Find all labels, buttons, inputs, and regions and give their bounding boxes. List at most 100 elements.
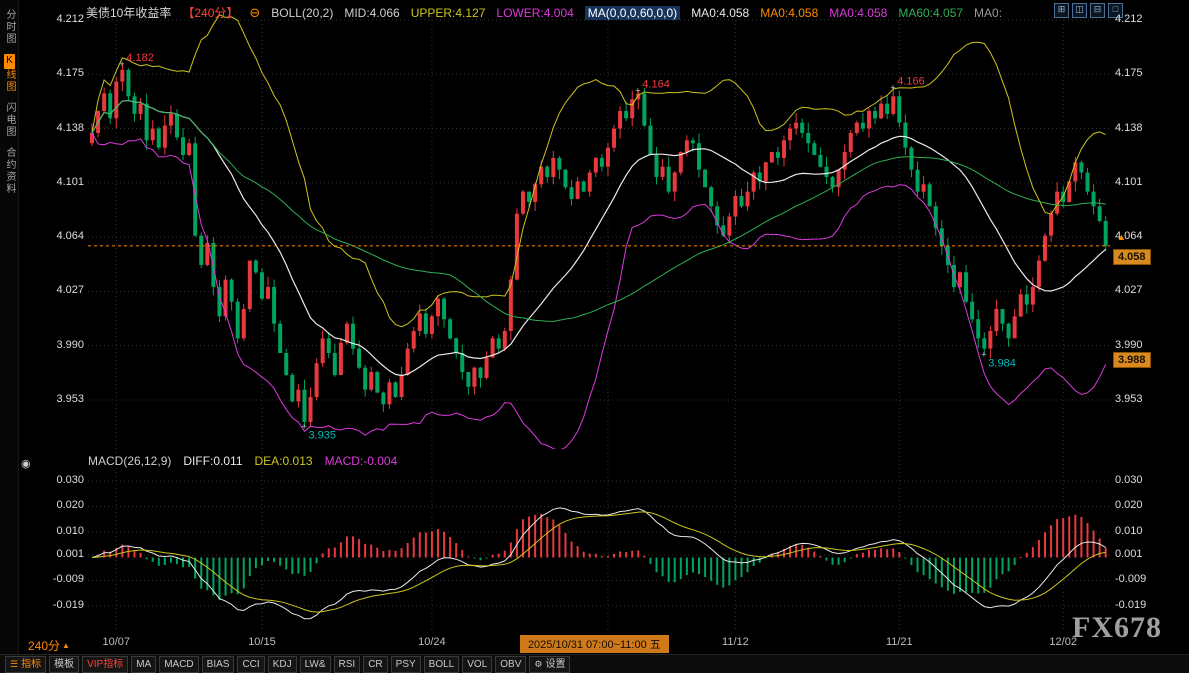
candle-body [824, 167, 828, 177]
macd-bar [419, 532, 421, 557]
grid-4-icon[interactable]: ⊞ [1054, 3, 1069, 18]
bias-button[interactable]: BIAS [202, 656, 235, 673]
ma-button[interactable]: MA [131, 656, 156, 673]
macd-bar [133, 551, 135, 557]
macd-bar [898, 552, 900, 558]
macd-bar [637, 550, 639, 557]
candle-body [436, 299, 440, 317]
candle-body [733, 196, 737, 217]
macd-bar [649, 558, 651, 564]
obv-button[interactable]: OBV [495, 656, 526, 673]
macd-bar [358, 539, 360, 557]
tab-contract-info[interactable]: 合约资料 [0, 147, 18, 195]
candle-body [527, 192, 531, 202]
macd-bar [334, 548, 336, 558]
settings-button[interactable]: ⚙设置 [529, 656, 570, 673]
psy-button[interactable]: PSY [391, 656, 421, 673]
candle-body [448, 319, 452, 338]
macd-bar [880, 548, 882, 557]
rsi-button[interactable]: RSI [334, 656, 361, 673]
candle-body [375, 372, 379, 393]
candle-body [703, 170, 707, 188]
kline-letter-badge: K [4, 54, 15, 69]
candle-body [600, 158, 604, 167]
main-chart-area[interactable] [90, 15, 1108, 450]
candle-body [891, 96, 895, 114]
kdj-button[interactable]: KDJ [268, 656, 297, 673]
timeframe-badge[interactable]: 240分 ▲ [28, 637, 70, 654]
candle-body [545, 167, 549, 177]
extreme-marker-cross: + [890, 82, 895, 92]
macd-bar [558, 525, 560, 558]
candle-body [157, 129, 161, 148]
cci-button[interactable]: CCI [237, 656, 264, 673]
minus-circle-icon[interactable]: ⊖ [249, 5, 260, 21]
vip-indicators[interactable]: VIP指标 [82, 656, 128, 673]
candle-body [369, 372, 373, 390]
macd-bar [127, 547, 129, 558]
candle-body [782, 140, 786, 158]
circle-dot-icon[interactable]: ◉ [21, 457, 31, 470]
macd-bar [273, 558, 275, 563]
candle-body [120, 70, 124, 82]
boll-button[interactable]: BOLL [424, 656, 460, 673]
macd-tick-right: -0.019 [1115, 599, 1185, 611]
macd-bar [680, 558, 682, 580]
tab-flash-chart[interactable]: 闪电图 [0, 102, 18, 138]
tab-kline-chart[interactable]: K线图 [0, 54, 18, 93]
macd-bar [352, 536, 354, 557]
cr-button[interactable]: CR [363, 656, 387, 673]
candle-body [236, 302, 240, 339]
candle-body [697, 143, 701, 169]
candle-body [460, 353, 464, 372]
candle-body [163, 126, 167, 148]
vol-button[interactable]: VOL [462, 656, 492, 673]
macd-bar [989, 558, 991, 588]
macd-bar [813, 552, 815, 558]
candle-body [272, 287, 276, 324]
price-tick-right: 3.953 [1115, 393, 1185, 405]
candle-body [685, 140, 689, 152]
trading-terminal: +4.182+4.164+4.166+3.935+3.984 分时图K线图闪电图… [0, 0, 1189, 673]
candle-body [224, 280, 228, 317]
macd-bar [225, 558, 227, 596]
macd-bar [455, 543, 457, 557]
chart-canvas[interactable]: +4.182+4.164+4.166+3.935+3.984 [0, 0, 1189, 673]
macd-bar [267, 558, 269, 561]
macd-bar [152, 558, 154, 562]
price-tick-left: 4.101 [28, 176, 84, 188]
candle-body [230, 280, 234, 302]
candle-body [139, 104, 143, 114]
lwr-button[interactable]: LW& [300, 656, 331, 673]
macd-header: MACD(26,12,9)DIFF:0.011DEA:0.013MACD:-0.… [88, 454, 397, 468]
templates-menu[interactable]: 模板 [49, 656, 79, 673]
tab-time-chart[interactable]: 分时图 [0, 9, 18, 45]
candle-body [642, 93, 646, 125]
indicators-menu[interactable]: ☰指标 [5, 656, 46, 673]
macd-tick-left: -0.009 [28, 573, 84, 585]
macd-bar [923, 558, 925, 576]
macd-tick-left: -0.019 [28, 599, 84, 611]
macd-bar [710, 558, 712, 581]
candle-body [126, 70, 130, 96]
instrument-title: 美债10年收益率 [86, 4, 171, 21]
candle-body [1092, 192, 1096, 207]
macd-bar [631, 551, 633, 558]
indicator-reading: MID:4.066 [344, 6, 399, 20]
indicator-reading: MA0:4.058 [829, 6, 887, 20]
macd-bar [734, 558, 736, 581]
macd-bar [862, 553, 864, 558]
macd-bar [740, 558, 742, 578]
macd-bar [668, 558, 670, 582]
candle-body [958, 272, 962, 287]
macd-area[interactable] [92, 508, 1107, 619]
split-horizontal-icon[interactable]: ⊟ [1090, 3, 1105, 18]
price-annotation: 4.164 [642, 78, 670, 90]
macd-button[interactable]: MACD [159, 656, 198, 673]
macd-bar [443, 532, 445, 558]
x-axis-date: 11/12 [711, 636, 759, 648]
candle-body [928, 184, 932, 206]
macd-bar [437, 529, 439, 557]
split-vertical-icon[interactable]: ◫ [1072, 3, 1087, 18]
indicator-reading: BOLL(20,2) [271, 6, 333, 20]
